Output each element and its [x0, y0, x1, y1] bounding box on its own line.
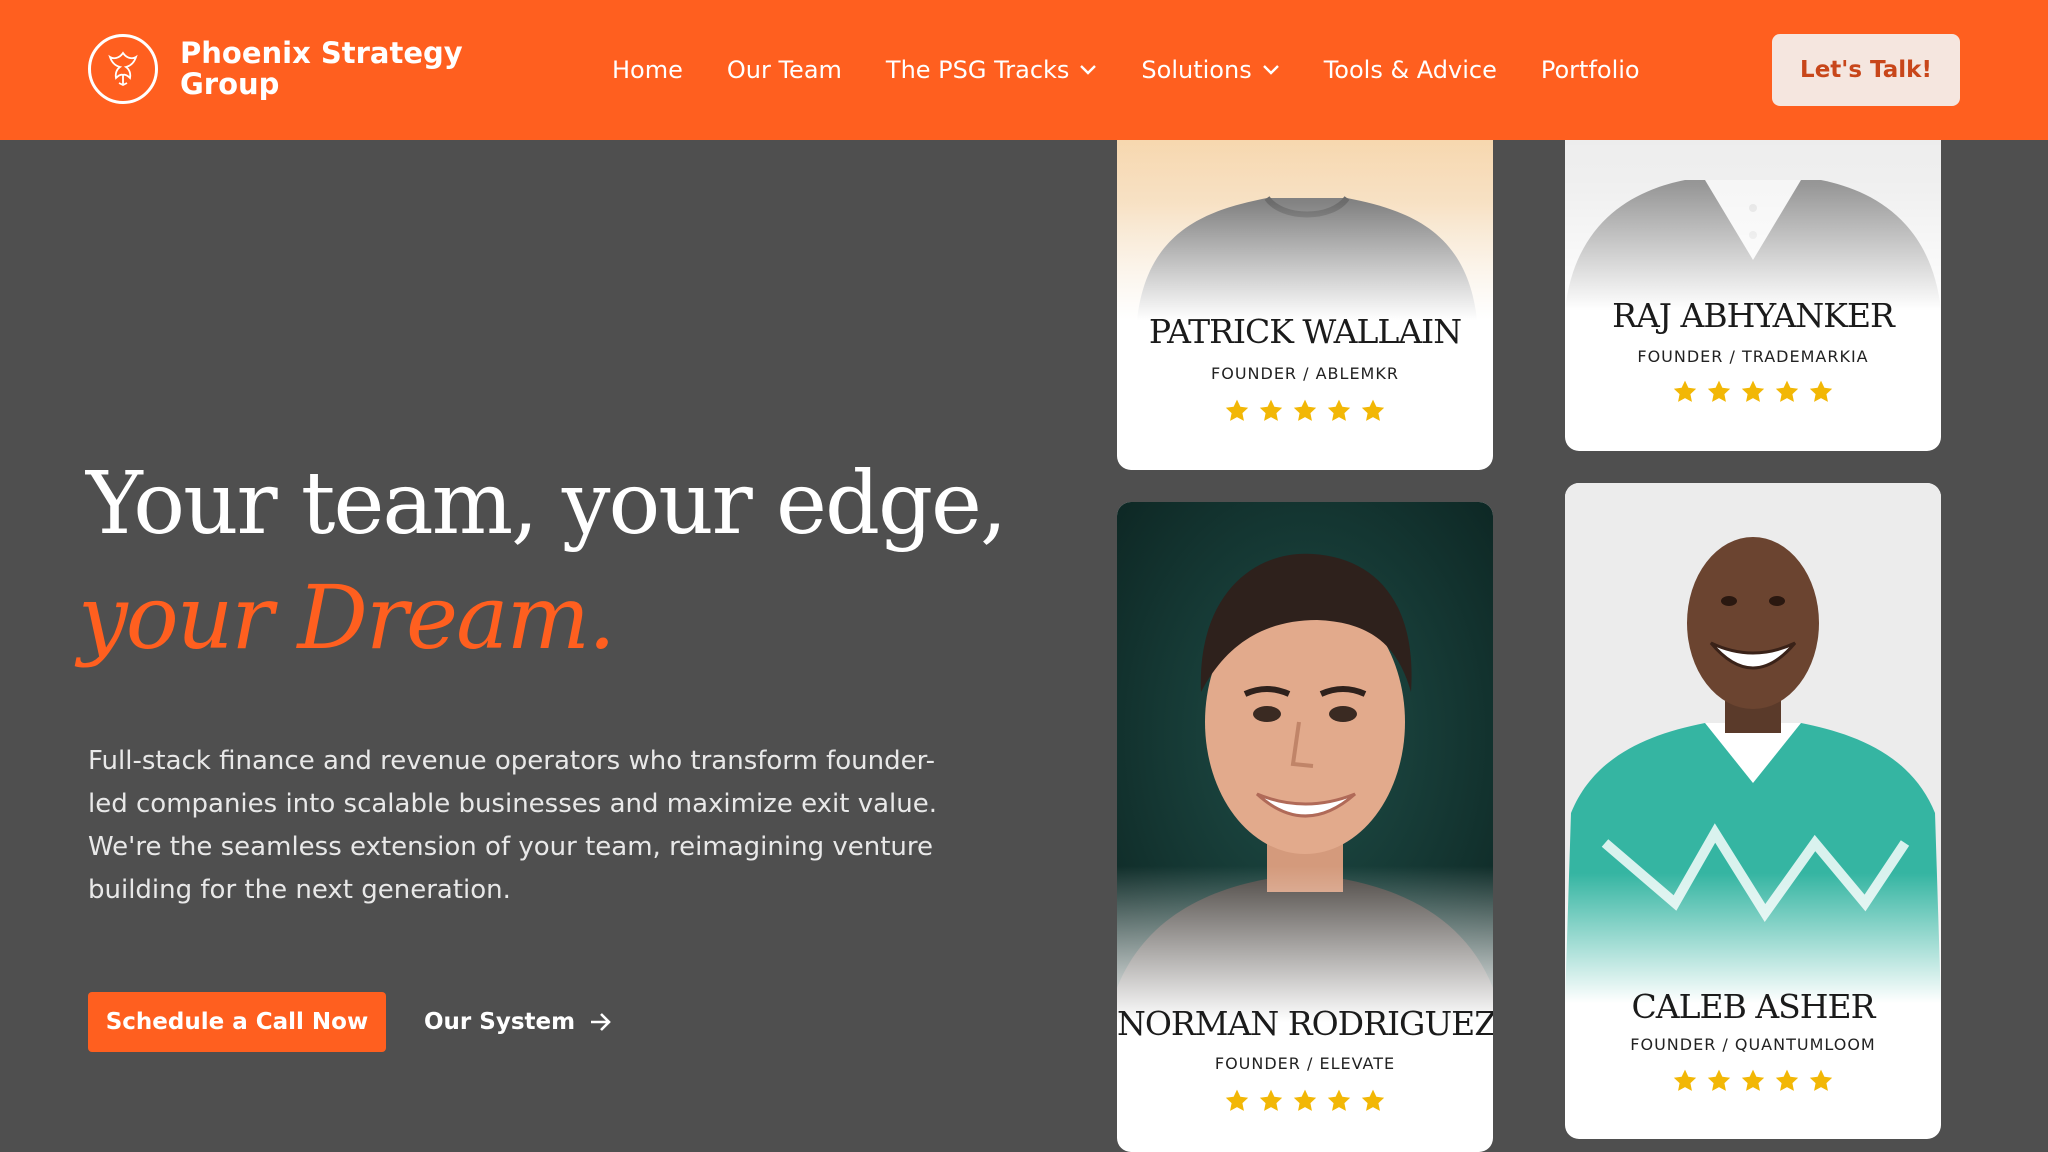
- chevron-down-icon: [1262, 64, 1280, 76]
- star-icon: [1808, 379, 1834, 405]
- founder-photo: [1117, 502, 1493, 1022]
- nav-label: Tools & Advice: [1323, 56, 1497, 84]
- founder-role: FOUNDER / TRADEMARKIA: [1637, 347, 1869, 366]
- testimonial-card[interactable]: NORMAN RODRIGUEZ FOUNDER / ELEVATE: [1117, 502, 1493, 1152]
- brand-name: Phoenix Strategy Group: [180, 36, 463, 101]
- nav-portfolio[interactable]: Portfolio: [1541, 56, 1640, 84]
- star-icon: [1258, 398, 1284, 424]
- lets-talk-button[interactable]: Let's Talk!: [1772, 34, 1960, 106]
- star-icon: [1740, 379, 1766, 405]
- testimonial-card[interactable]: CALEB ASHER FOUNDER / QUANTUMLOOM: [1565, 483, 1941, 1139]
- nav-our-team[interactable]: Our Team: [727, 56, 842, 84]
- star-icon: [1326, 1088, 1352, 1114]
- star-icon: [1224, 1088, 1250, 1114]
- star-icon: [1360, 398, 1386, 424]
- nav-label: The PSG Tracks: [885, 56, 1070, 84]
- nav-home[interactable]: Home: [612, 56, 683, 84]
- nav-solutions[interactable]: Solutions: [1141, 56, 1279, 84]
- arrow-right-icon: [589, 1011, 613, 1033]
- star-icon: [1672, 1068, 1698, 1094]
- nav-tools-advice[interactable]: Tools & Advice: [1324, 56, 1497, 84]
- star-icon: [1224, 398, 1250, 424]
- star-rating: [1565, 379, 1941, 405]
- our-system-label: Our System: [424, 1009, 576, 1035]
- star-icon: [1808, 1068, 1834, 1094]
- star-rating: [1565, 1068, 1941, 1094]
- star-rating: [1117, 1088, 1493, 1114]
- star-rating: [1117, 398, 1493, 424]
- founder-photo: [1565, 483, 1941, 1003]
- founder-name: CALEB ASHER: [1631, 987, 1876, 1026]
- star-icon: [1292, 1088, 1318, 1114]
- hero-title: Your team, your edge,: [86, 454, 1007, 554]
- hero-accent-title: your Dream.: [78, 566, 616, 669]
- founder-name: NORMAN RODRIGUEZ: [1117, 1004, 1493, 1043]
- founder-role: FOUNDER / QUANTUMLOOM: [1630, 1035, 1876, 1054]
- star-icon: [1292, 398, 1318, 424]
- star-icon: [1740, 1068, 1766, 1094]
- star-icon: [1706, 379, 1732, 405]
- nav-psg-tracks[interactable]: The PSG Tracks: [886, 56, 1098, 84]
- nav-label: Our Team: [726, 56, 842, 84]
- founder-name: RAJ ABHYANKER: [1612, 296, 1895, 335]
- main-nav: Home Our Team The PSG Tracks Solutions T…: [612, 0, 1684, 140]
- hero-description: Full-stack finance and revenue operators…: [88, 746, 937, 905]
- nav-label: Portfolio: [1540, 56, 1640, 84]
- founder-name: PATRICK WALLAIN: [1148, 312, 1462, 351]
- phoenix-icon: [88, 34, 158, 104]
- our-system-link[interactable]: Our System: [424, 992, 613, 1052]
- star-icon: [1774, 379, 1800, 405]
- star-icon: [1360, 1088, 1386, 1114]
- nav-label: Solutions: [1141, 56, 1252, 84]
- schedule-call-button[interactable]: Schedule a Call Now: [88, 992, 386, 1052]
- nav-label: Home: [612, 56, 683, 84]
- site-header: Phoenix Strategy Group Home Our Team The…: [0, 0, 2048, 140]
- logo[interactable]: Phoenix Strategy Group: [88, 34, 500, 104]
- chevron-down-icon: [1079, 64, 1097, 76]
- star-icon: [1706, 1068, 1732, 1094]
- star-icon: [1258, 1088, 1284, 1114]
- star-icon: [1326, 398, 1352, 424]
- star-icon: [1672, 379, 1698, 405]
- founder-role: FOUNDER / ABLEMKR: [1211, 364, 1399, 383]
- founder-role: FOUNDER / ELEVATE: [1214, 1054, 1396, 1073]
- star-icon: [1774, 1068, 1800, 1094]
